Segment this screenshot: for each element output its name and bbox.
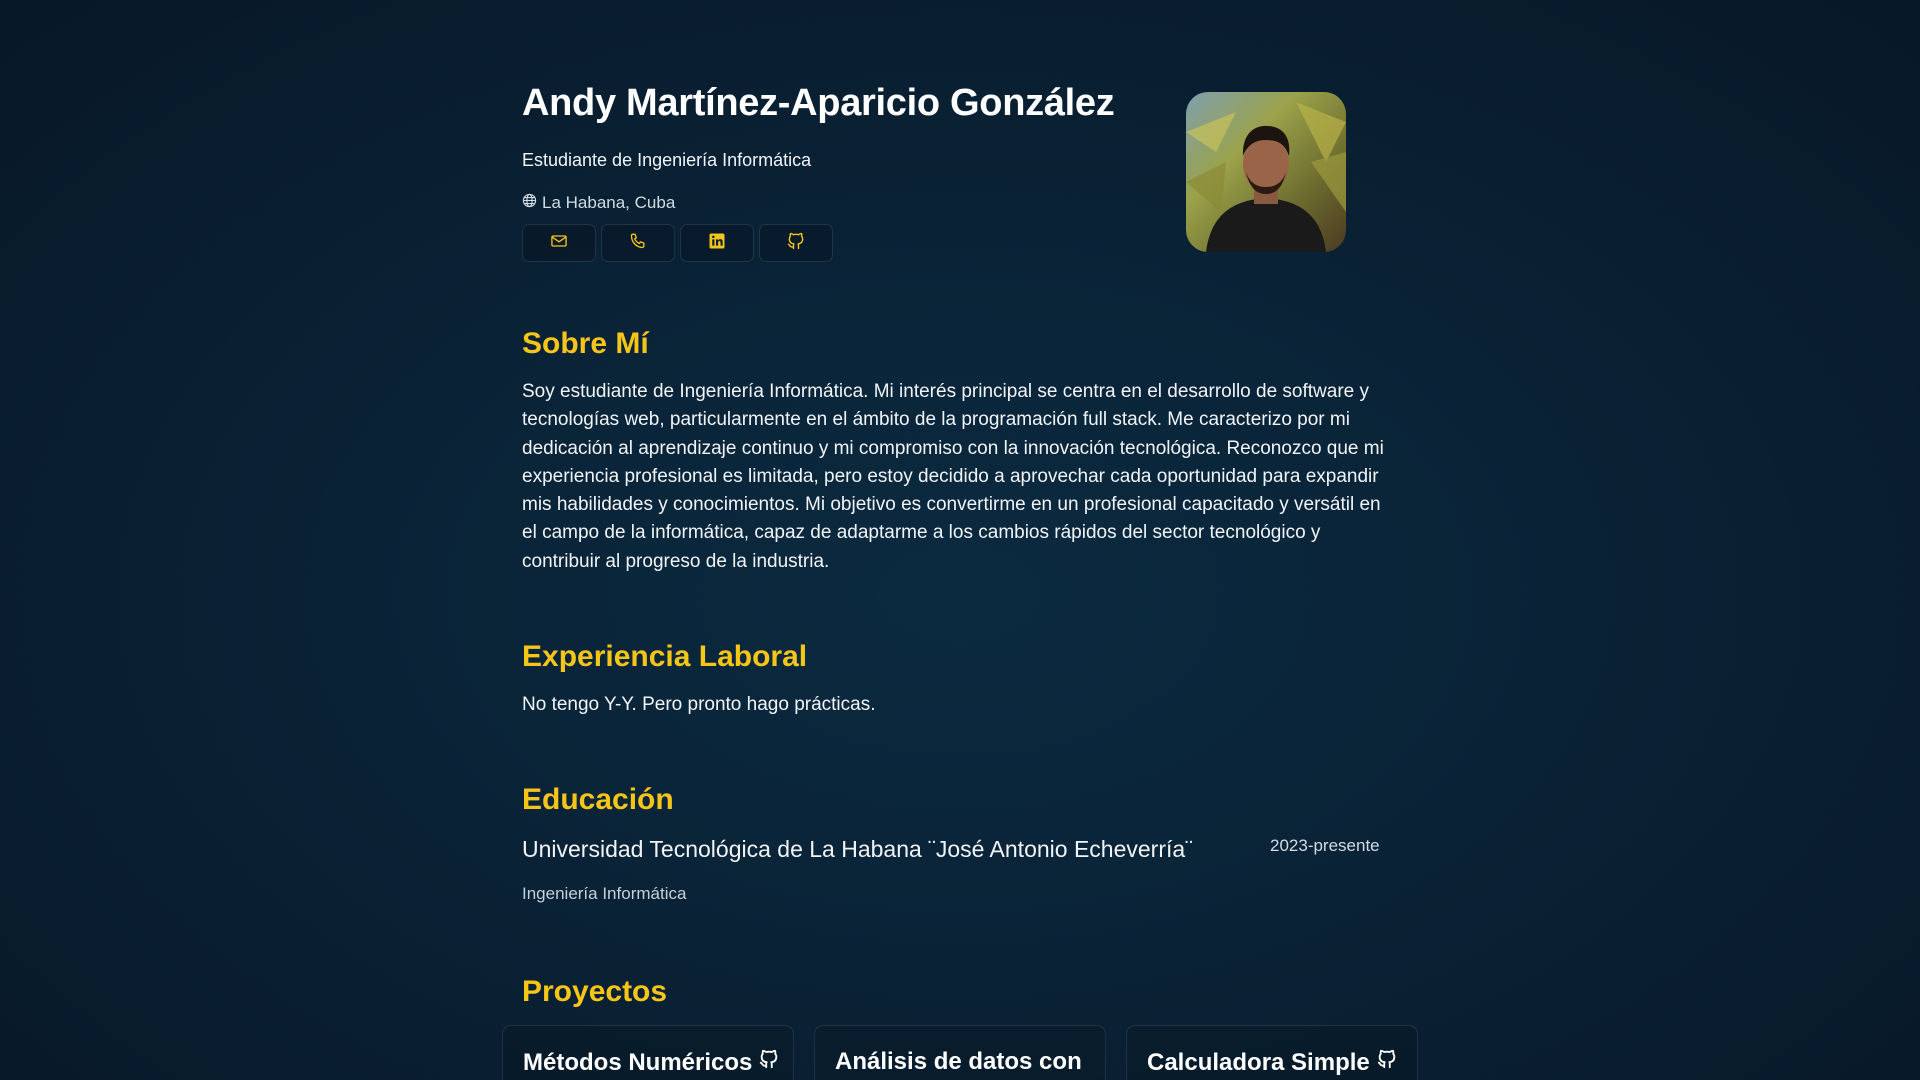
education-section-title: Educación [522, 783, 674, 816]
education-date: 2023-presente [1270, 836, 1380, 855]
about-text: Soy estudiante de Ingeniería Informática… [522, 381, 1384, 572]
portfolio-page: Andy Martínez-Aparicio González Estudian… [0, 0, 1920, 1080]
profile-subtitle: Estudiante de Ingeniería Informática [522, 150, 812, 170]
linkedin-button[interactable] [680, 224, 754, 262]
linkedin-icon [707, 231, 727, 256]
mail-icon [549, 231, 569, 256]
project-title: Calculadora Simple [1147, 1048, 1398, 1077]
project-name-text: Métodos Numéricos [523, 1048, 753, 1076]
profile-header: Andy Martínez-Aparicio González Estudian… [522, 0, 1394, 290]
project-card[interactable]: Calculadora Simple [1126, 1025, 1418, 1080]
about-section-title: Sobre Mí [522, 327, 649, 360]
profile-name: Andy Martínez-Aparicio González [522, 82, 1115, 124]
github-icon[interactable] [1376, 1048, 1398, 1077]
projects-section-title: Proyectos [522, 975, 668, 1008]
main-content: Andy Martínez-Aparicio González Estudian… [502, 0, 1418, 1080]
location-text: La Habana, Cuba [542, 193, 676, 212]
github-icon [786, 231, 806, 256]
phone-icon [628, 231, 648, 256]
education-degree: Ingeniería Informática [522, 884, 687, 903]
project-card[interactable]: Métodos Numéricos [502, 1025, 794, 1080]
github-icon[interactable] [758, 1048, 780, 1077]
projects-list: Métodos Numéricos Análisis de datos con … [502, 1025, 1418, 1080]
project-card[interactable]: Análisis de datos con [814, 1025, 1106, 1080]
project-title: Análisis de datos con [835, 1048, 1082, 1076]
education-school: Universidad Tecnológica de La Habana ¨Jo… [522, 836, 1193, 862]
experience-section-title: Experiencia Laboral [522, 640, 808, 673]
profile-location: La Habana, Cuba [522, 193, 675, 213]
project-name-text: Análisis de datos con [835, 1048, 1082, 1075]
globe-icon [522, 193, 537, 213]
profile-avatar [1186, 92, 1346, 252]
experience-text: No tengo Y-Y. Pero pronto hago prácticas… [522, 694, 876, 715]
contact-links [522, 224, 833, 262]
email-button[interactable] [522, 224, 596, 262]
project-name-text: Calculadora Simple [1147, 1048, 1370, 1076]
project-title: Métodos Numéricos [523, 1048, 780, 1077]
phone-button[interactable] [601, 224, 675, 262]
github-button[interactable] [759, 224, 833, 262]
